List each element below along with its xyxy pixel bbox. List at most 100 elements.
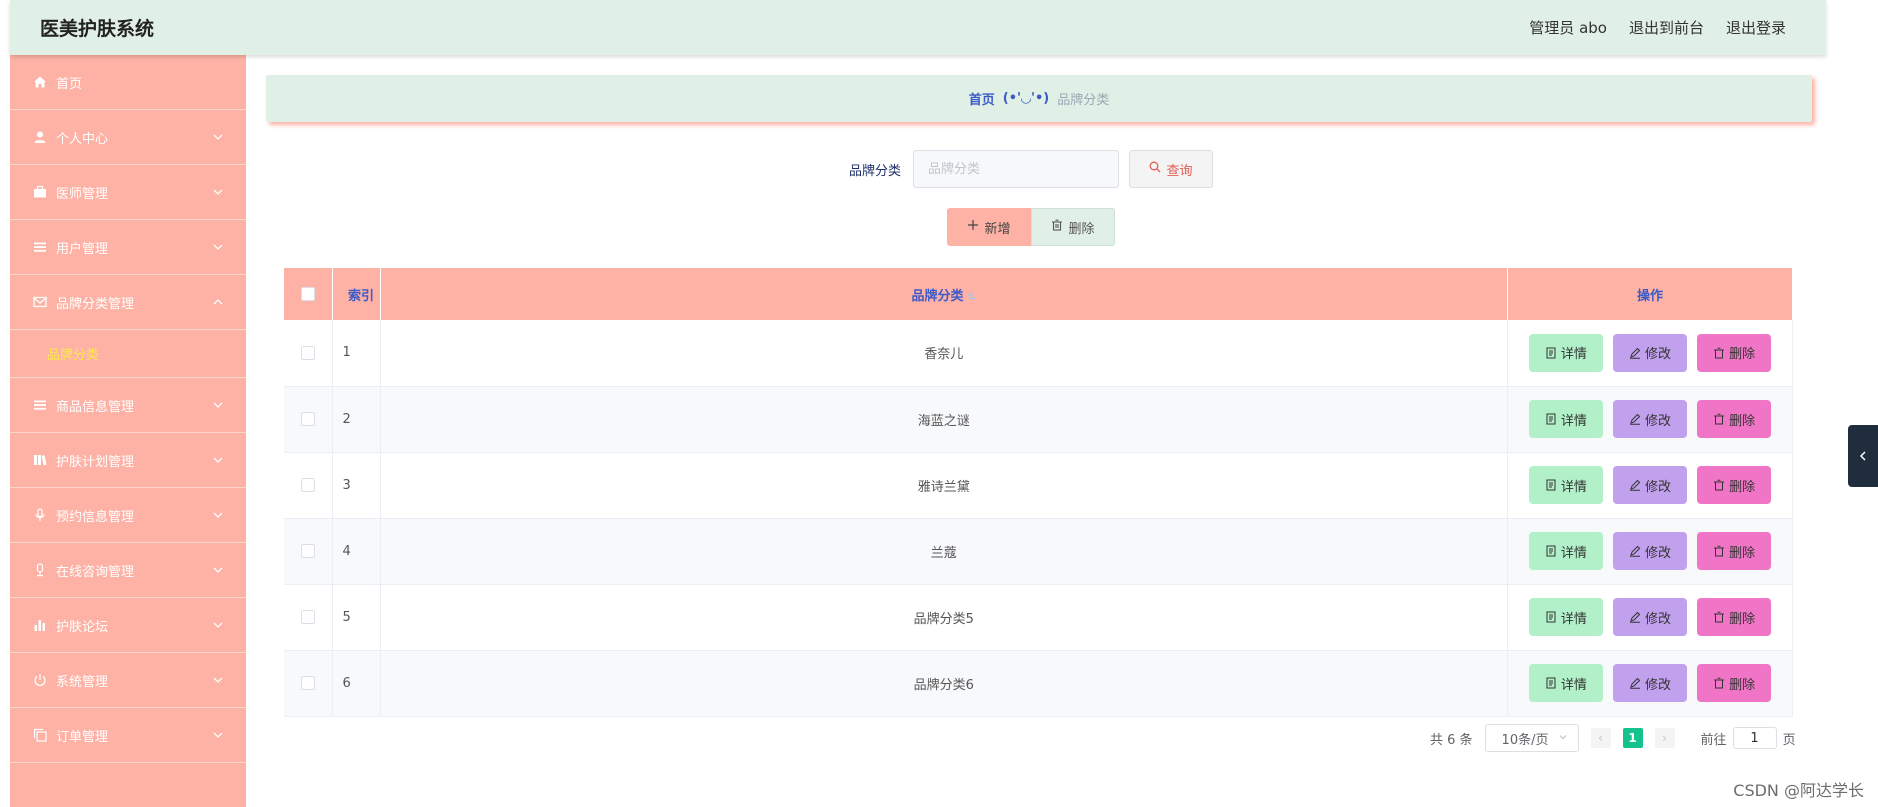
exit-to-front-link[interactable]: 退出到前台 bbox=[1629, 17, 1704, 38]
sort-icon[interactable]: ⇅ bbox=[968, 292, 976, 303]
edit-button[interactable]: 修改 bbox=[1613, 400, 1687, 438]
table-row: 3 雅诗兰黛 详情 修改 删除 bbox=[284, 452, 1793, 519]
query-button[interactable]: 查询 bbox=[1129, 150, 1213, 188]
page-size-select[interactable]: 10条/页 bbox=[1484, 724, 1579, 752]
edit-button-label: 修改 bbox=[1644, 347, 1671, 363]
sidebar-item-label: 品牌分类管理 bbox=[56, 296, 135, 312]
next-page-button[interactable]: › bbox=[1654, 728, 1675, 748]
row-brand-name: 海蓝之谜 bbox=[380, 386, 1508, 453]
logout-link[interactable]: 退出登录 bbox=[1726, 17, 1786, 38]
chevron-up-icon bbox=[212, 296, 224, 308]
delete-button-label: 删除 bbox=[1729, 413, 1756, 429]
breadcrumb-home-link[interactable]: 首页 bbox=[969, 89, 995, 108]
sidebar-item-online-consult-management[interactable]: 在线咨询管理 bbox=[10, 543, 246, 598]
page-goto: 前往 页 bbox=[1701, 727, 1796, 749]
row-check-cell bbox=[284, 584, 333, 651]
book-icon bbox=[32, 452, 48, 468]
batch-delete-label: 删除 bbox=[1068, 221, 1095, 237]
sidebar-subitem-brand-category[interactable]: 品牌分类 bbox=[10, 330, 246, 378]
detail-button[interactable]: 详情 bbox=[1528, 532, 1603, 570]
row-checkbox[interactable] bbox=[300, 478, 315, 492]
sidebar-item-home[interactable]: 首页 bbox=[10, 55, 246, 110]
sidebar-item-label: 商品信息管理 bbox=[56, 399, 135, 415]
sidebar-item-personal-center[interactable]: 个人中心 bbox=[10, 110, 246, 165]
row-checkbox[interactable] bbox=[300, 345, 315, 360]
add-button-label: 新增 bbox=[984, 221, 1011, 237]
row-ops: 详情 修改 删除 bbox=[1507, 584, 1793, 651]
detail-button[interactable]: 详情 bbox=[1528, 664, 1603, 702]
delete-button[interactable]: 删除 bbox=[1697, 532, 1772, 570]
table-row: 4 兰蔻 详情 修改 删除 bbox=[284, 518, 1793, 585]
goto-page-input[interactable] bbox=[1732, 727, 1777, 749]
select-all-cell bbox=[284, 268, 333, 320]
edit-button-label: 修改 bbox=[1644, 413, 1671, 429]
sidebar-item-product-management[interactable]: 商品信息管理 bbox=[10, 378, 246, 433]
sidebar-item-brand-category-management[interactable]: 品牌分类管理 bbox=[10, 275, 246, 330]
row-check-cell bbox=[284, 320, 333, 387]
brand-search-input[interactable] bbox=[913, 150, 1119, 188]
edit-button[interactable]: 修改 bbox=[1613, 333, 1687, 372]
edit-icon bbox=[1629, 611, 1641, 623]
column-header-brand[interactable]: 品牌分类 ⇅ bbox=[380, 268, 1508, 320]
table-row: 1 香奈儿 详情 修改 删除 bbox=[284, 320, 1793, 387]
edit-icon bbox=[1629, 479, 1641, 491]
edit-button[interactable]: 修改 bbox=[1613, 664, 1687, 702]
delete-button[interactable]: 删除 bbox=[1697, 333, 1772, 372]
sidebar-item-doctor-management[interactable]: 医师管理 bbox=[10, 165, 246, 220]
side-drawer-toggle[interactable] bbox=[1848, 425, 1878, 487]
chevron-down-icon bbox=[212, 241, 224, 253]
batch-delete-button[interactable]: 删除 bbox=[1031, 208, 1115, 246]
delete-button-label: 删除 bbox=[1729, 677, 1756, 693]
sidebar-item-label: 用户管理 bbox=[56, 241, 109, 257]
row-checkbox[interactable] bbox=[300, 610, 315, 624]
add-button[interactable]: 新增 bbox=[947, 208, 1031, 246]
row-checkbox[interactable] bbox=[300, 676, 315, 690]
detail-button[interactable]: 详情 bbox=[1528, 466, 1603, 504]
search-icon bbox=[1149, 161, 1161, 177]
edit-icon bbox=[1629, 545, 1641, 557]
admin-user-label[interactable]: 管理员 abo bbox=[1529, 17, 1607, 38]
detail-button-label: 详情 bbox=[1560, 545, 1587, 561]
row-ops: 详情 修改 删除 bbox=[1507, 386, 1793, 453]
sidebar-item-order-management[interactable]: 订单管理 bbox=[10, 708, 246, 763]
detail-button[interactable]: 详情 bbox=[1528, 598, 1603, 636]
edit-button[interactable]: 修改 bbox=[1613, 532, 1687, 570]
chevron-down-icon bbox=[212, 186, 224, 198]
chevron-down-icon bbox=[212, 399, 224, 411]
sidebar-item-label: 护肤论坛 bbox=[56, 619, 109, 635]
delete-button-label: 删除 bbox=[1729, 545, 1756, 561]
breadcrumb-separator: (•'◡'•) bbox=[1002, 91, 1050, 106]
column-header-brand-label: 品牌分类 bbox=[911, 288, 964, 304]
row-index: 5 bbox=[332, 584, 381, 651]
sidebar-item-appointment-management[interactable]: 预约信息管理 bbox=[10, 488, 246, 543]
breadcrumb-current: 品牌分类 bbox=[1057, 93, 1110, 108]
row-checkbox[interactable] bbox=[300, 544, 315, 558]
sidebar-item-skincare-forum[interactable]: 护肤论坛 bbox=[10, 598, 246, 653]
detail-button[interactable]: 详情 bbox=[1528, 400, 1603, 438]
chevron-down-icon bbox=[212, 509, 224, 521]
sidebar-item-label: 订单管理 bbox=[56, 729, 109, 745]
home-icon bbox=[32, 74, 48, 90]
prev-page-button[interactable]: ‹ bbox=[1590, 728, 1611, 748]
delete-button[interactable]: 删除 bbox=[1697, 664, 1772, 702]
edit-button-label: 修改 bbox=[1644, 611, 1671, 627]
delete-button[interactable]: 删除 bbox=[1697, 466, 1772, 504]
edit-button[interactable]: 修改 bbox=[1613, 466, 1687, 504]
sidebar-item-user-management[interactable]: 用户管理 bbox=[10, 220, 246, 275]
select-all-checkbox[interactable] bbox=[300, 287, 315, 301]
detail-button[interactable]: 详情 bbox=[1528, 333, 1603, 372]
chevron-down-icon bbox=[212, 729, 224, 741]
sidebar-item-system-management[interactable]: 系统管理 bbox=[10, 653, 246, 708]
edit-icon bbox=[1629, 347, 1641, 359]
table-row: 5 品牌分类5 详情 修改 删除 bbox=[284, 584, 1793, 651]
user-icon bbox=[32, 129, 48, 145]
delete-button[interactable]: 删除 bbox=[1697, 598, 1772, 636]
edit-button[interactable]: 修改 bbox=[1613, 598, 1687, 636]
sidebar-item-skincare-plan-management[interactable]: 护肤计划管理 bbox=[10, 433, 246, 488]
mail-icon bbox=[32, 294, 48, 310]
row-checkbox[interactable] bbox=[300, 412, 315, 426]
row-brand-name: 香奈儿 bbox=[380, 320, 1508, 387]
delete-button[interactable]: 删除 bbox=[1697, 400, 1772, 438]
sidebar-item-label: 护肤计划管理 bbox=[56, 454, 135, 470]
page-number-active[interactable]: 1 bbox=[1622, 728, 1643, 748]
